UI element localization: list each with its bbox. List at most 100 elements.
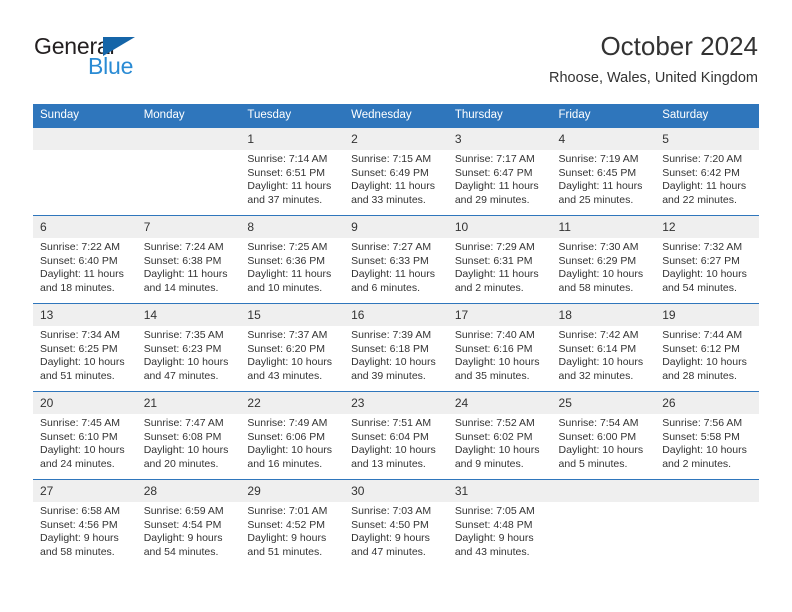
daylight-text: Daylight: 10 hours and 2 minutes. — [662, 444, 747, 470]
day-details: Sunrise: 7:15 AM Sunset: 6:49 PM Daylight:… — [344, 150, 448, 207]
daylight-text: Daylight: 10 hours and 28 minutes. — [662, 356, 747, 382]
calendar-day-cell[interactable]: 1 Sunrise: 7:14 AM Sunset: 6:51 PM Daylight… — [240, 127, 345, 216]
calendar-day-cell[interactable]: 20 Sunrise: 7:45 AM Sunset: 6:10 PM Dayligh… — [33, 391, 137, 480]
day-details: Sunrise: 7:20 AM Sunset: 6:42 PM Daylight:… — [655, 150, 759, 207]
day-number: 28 — [136, 480, 241, 502]
calendar-day-cell[interactable]: 3 Sunrise: 7:17 AM Sunset: 6:47 PM Daylight… — [447, 127, 552, 216]
sunrise-text: Sunrise: 7:42 AM — [558, 329, 639, 341]
day-number: 3 — [447, 128, 552, 150]
calendar-day-cell[interactable]: 22 Sunrise: 7:49 AM Sunset: 6:06 PM Dayligh… — [240, 391, 345, 480]
sunrise-text: Sunrise: 7:24 AM — [143, 241, 224, 253]
sunrise-text: Sunrise: 7:22 AM — [40, 241, 120, 253]
calendar-day-cell[interactable]: 28 Sunrise: 6:59 AM Sunset: 4:54 PM Dayligh… — [136, 479, 241, 567]
day-number: 24 — [447, 392, 552, 414]
daylight-text: Daylight: 10 hours and 51 minutes. — [40, 356, 125, 382]
sunrise-text: Sunrise: 7:25 AM — [247, 241, 328, 253]
calendar-day-cell[interactable]: 16 Sunrise: 7:39 AM Sunset: 6:18 PM Dayligh… — [344, 303, 448, 392]
sunrise-text: Sunrise: 7:40 AM — [454, 329, 535, 341]
sunset-text: Sunset: 4:52 PM — [247, 518, 326, 531]
calendar-day-cell-empty — [33, 127, 137, 216]
calendar-day-cell[interactable]: 21 Sunrise: 7:47 AM Sunset: 6:08 PM Dayligh… — [136, 391, 241, 480]
day-number: 17 — [447, 304, 552, 326]
calendar-day-cell[interactable]: 18 Sunrise: 7:42 AM Sunset: 6:14 PM Dayligh… — [551, 303, 656, 392]
sunset-text: Sunset: 6:49 PM — [351, 166, 429, 179]
calendar-week-row: 27 Sunrise: 6:58 AM Sunset: 4:56 PM Dayligh… — [33, 479, 759, 567]
daylight-text: Daylight: 10 hours and 54 minutes. — [662, 268, 747, 294]
daylight-text: Daylight: 10 hours and 35 minutes. — [454, 356, 540, 382]
day-number: 20 — [33, 392, 137, 414]
daylight-text: Daylight: 10 hours and 32 minutes. — [558, 356, 644, 382]
day-details: Sunrise: 7:54 AM Sunset: 6:00 PM Daylight:… — [552, 414, 656, 471]
sunset-text: Sunset: 6:20 PM — [247, 342, 326, 355]
sunrise-text: Sunrise: 7:52 AM — [454, 417, 535, 429]
daylight-text: Daylight: 10 hours and 47 minutes. — [143, 356, 229, 382]
calendar-day-cell[interactable]: 30 Sunrise: 7:03 AM Sunset: 4:50 PM Dayligh… — [344, 479, 448, 567]
sunset-text: Sunset: 6:02 PM — [454, 430, 533, 443]
calendar-day-cell[interactable]: 26 Sunrise: 7:56 AM Sunset: 5:58 PM Dayligh… — [655, 391, 759, 480]
sunset-text: Sunset: 6:18 PM — [351, 342, 429, 355]
general-blue-logo[interactable]: General Blue — [34, 34, 234, 90]
calendar-day-cell[interactable]: 13 Sunrise: 7:34 AM Sunset: 6:25 PM Dayligh… — [33, 303, 137, 392]
calendar-day-cell[interactable]: 6 Sunrise: 7:22 AM Sunset: 6:40 PM Daylight… — [33, 215, 137, 304]
day-number: 6 — [33, 216, 137, 238]
calendar-day-cell[interactable]: 17 Sunrise: 7:40 AM Sunset: 6:16 PM Dayligh… — [447, 303, 552, 392]
sunset-text: Sunset: 6:14 PM — [558, 342, 637, 355]
calendar-day-cell[interactable]: 9 Sunrise: 7:27 AM Sunset: 6:33 PM Daylight… — [344, 215, 448, 304]
calendar-day-cell-empty — [655, 479, 759, 567]
calendar-week-row: 20 Sunrise: 7:45 AM Sunset: 6:10 PM Dayligh… — [33, 391, 759, 480]
calendar-week-row: 6 Sunrise: 7:22 AM Sunset: 6:40 PM Daylight… — [33, 215, 759, 304]
day-number: 26 — [655, 392, 759, 414]
calendar-day-cell[interactable]: 5 Sunrise: 7:20 AM Sunset: 6:42 PM Daylight… — [655, 127, 759, 216]
sunset-text: Sunset: 6:29 PM — [558, 254, 637, 267]
day-number — [551, 480, 656, 502]
sunset-text: Sunset: 6:31 PM — [454, 254, 533, 267]
daylight-text: Daylight: 10 hours and 43 minutes. — [247, 356, 333, 382]
calendar-day-cell[interactable]: 14 Sunrise: 7:35 AM Sunset: 6:23 PM Dayligh… — [136, 303, 241, 392]
calendar-day-cell[interactable]: 7 Sunrise: 7:24 AM Sunset: 6:38 PM Daylight… — [136, 215, 241, 304]
daylight-text: Daylight: 11 hours and 29 minutes. — [454, 180, 539, 206]
sunset-text: Sunset: 6:38 PM — [143, 254, 222, 267]
daylight-text: Daylight: 11 hours and 18 minutes. — [40, 268, 124, 294]
day-details: Sunrise: 7:45 AM Sunset: 6:10 PM Daylight:… — [33, 414, 137, 471]
daylight-text: Daylight: 11 hours and 14 minutes. — [143, 268, 228, 294]
calendar-day-cell[interactable]: 15 Sunrise: 7:37 AM Sunset: 6:20 PM Dayligh… — [240, 303, 345, 392]
calendar-day-cell[interactable]: 31 Sunrise: 7:05 AM Sunset: 4:48 PM Dayligh… — [447, 479, 552, 567]
day-details: Sunrise: 7:51 AM Sunset: 6:04 PM Daylight:… — [344, 414, 448, 471]
calendar-day-cell[interactable]: 25 Sunrise: 7:54 AM Sunset: 6:00 PM Dayligh… — [551, 391, 656, 480]
sunset-text: Sunset: 6:10 PM — [40, 430, 118, 443]
sunrise-text: Sunrise: 7:29 AM — [454, 241, 535, 253]
sunset-text: Sunset: 4:48 PM — [454, 518, 533, 531]
daylight-text: Daylight: 11 hours and 33 minutes. — [351, 180, 435, 206]
daylight-text: Daylight: 10 hours and 39 minutes. — [351, 356, 436, 382]
day-details: Sunrise: 7:14 AM Sunset: 6:51 PM Daylight:… — [240, 150, 344, 207]
calendar-day-cell[interactable]: 11 Sunrise: 7:30 AM Sunset: 6:29 PM Dayligh… — [551, 215, 656, 304]
calendar-day-cell[interactable]: 23 Sunrise: 7:51 AM Sunset: 6:04 PM Dayligh… — [344, 391, 448, 480]
day-number: 9 — [344, 216, 448, 238]
day-details: Sunrise: 7:01 AM Sunset: 4:52 PM Daylight:… — [240, 502, 344, 559]
daylight-text: Daylight: 11 hours and 2 minutes. — [454, 268, 539, 294]
calendar-day-cell[interactable]: 27 Sunrise: 6:58 AM Sunset: 4:56 PM Dayligh… — [33, 479, 137, 567]
calendar-day-cell[interactable]: 29 Sunrise: 7:01 AM Sunset: 4:52 PM Dayligh… — [240, 479, 345, 567]
day-details: Sunrise: 7:25 AM Sunset: 6:36 PM Daylight:… — [240, 238, 344, 295]
day-number: 18 — [551, 304, 656, 326]
page-title: October 2024 — [600, 31, 758, 61]
calendar-day-cell[interactable]: 4 Sunrise: 7:19 AM Sunset: 6:45 PM Daylight… — [551, 127, 656, 216]
sunrise-text: Sunrise: 7:35 AM — [143, 329, 224, 341]
calendar-day-cell[interactable]: 10 Sunrise: 7:29 AM Sunset: 6:31 PM Dayligh… — [447, 215, 552, 304]
calendar-day-cell[interactable]: 12 Sunrise: 7:32 AM Sunset: 6:27 PM Dayligh… — [655, 215, 759, 304]
calendar-day-cell[interactable]: 8 Sunrise: 7:25 AM Sunset: 6:36 PM Daylight… — [240, 215, 345, 304]
weekday-header-row: Sunday Monday Tuesday Wednesday Thursday… — [33, 104, 759, 128]
calendar-day-cell[interactable]: 24 Sunrise: 7:52 AM Sunset: 6:02 PM Dayligh… — [447, 391, 552, 480]
calendar-day-cell[interactable]: 2 Sunrise: 7:15 AM Sunset: 6:49 PM Daylight… — [344, 127, 448, 216]
sunset-text: Sunset: 6:47 PM — [454, 166, 533, 179]
day-details: Sunrise: 7:27 AM Sunset: 6:33 PM Daylight:… — [344, 238, 448, 295]
sunrise-text: Sunrise: 7:01 AM — [247, 505, 328, 517]
daylight-text: Daylight: 10 hours and 24 minutes. — [40, 444, 125, 470]
calendar-day-cell[interactable]: 19 Sunrise: 7:44 AM Sunset: 6:12 PM Dayligh… — [655, 303, 759, 392]
day-details: Sunrise: 7:56 AM Sunset: 5:58 PM Daylight:… — [655, 414, 759, 471]
day-number — [136, 128, 241, 150]
sunset-text: Sunset: 6:51 PM — [247, 166, 326, 179]
sunrise-text: Sunrise: 7:15 AM — [351, 153, 432, 165]
sunrise-text: Sunrise: 6:58 AM — [40, 505, 120, 517]
sunset-text: Sunset: 6:16 PM — [454, 342, 533, 355]
